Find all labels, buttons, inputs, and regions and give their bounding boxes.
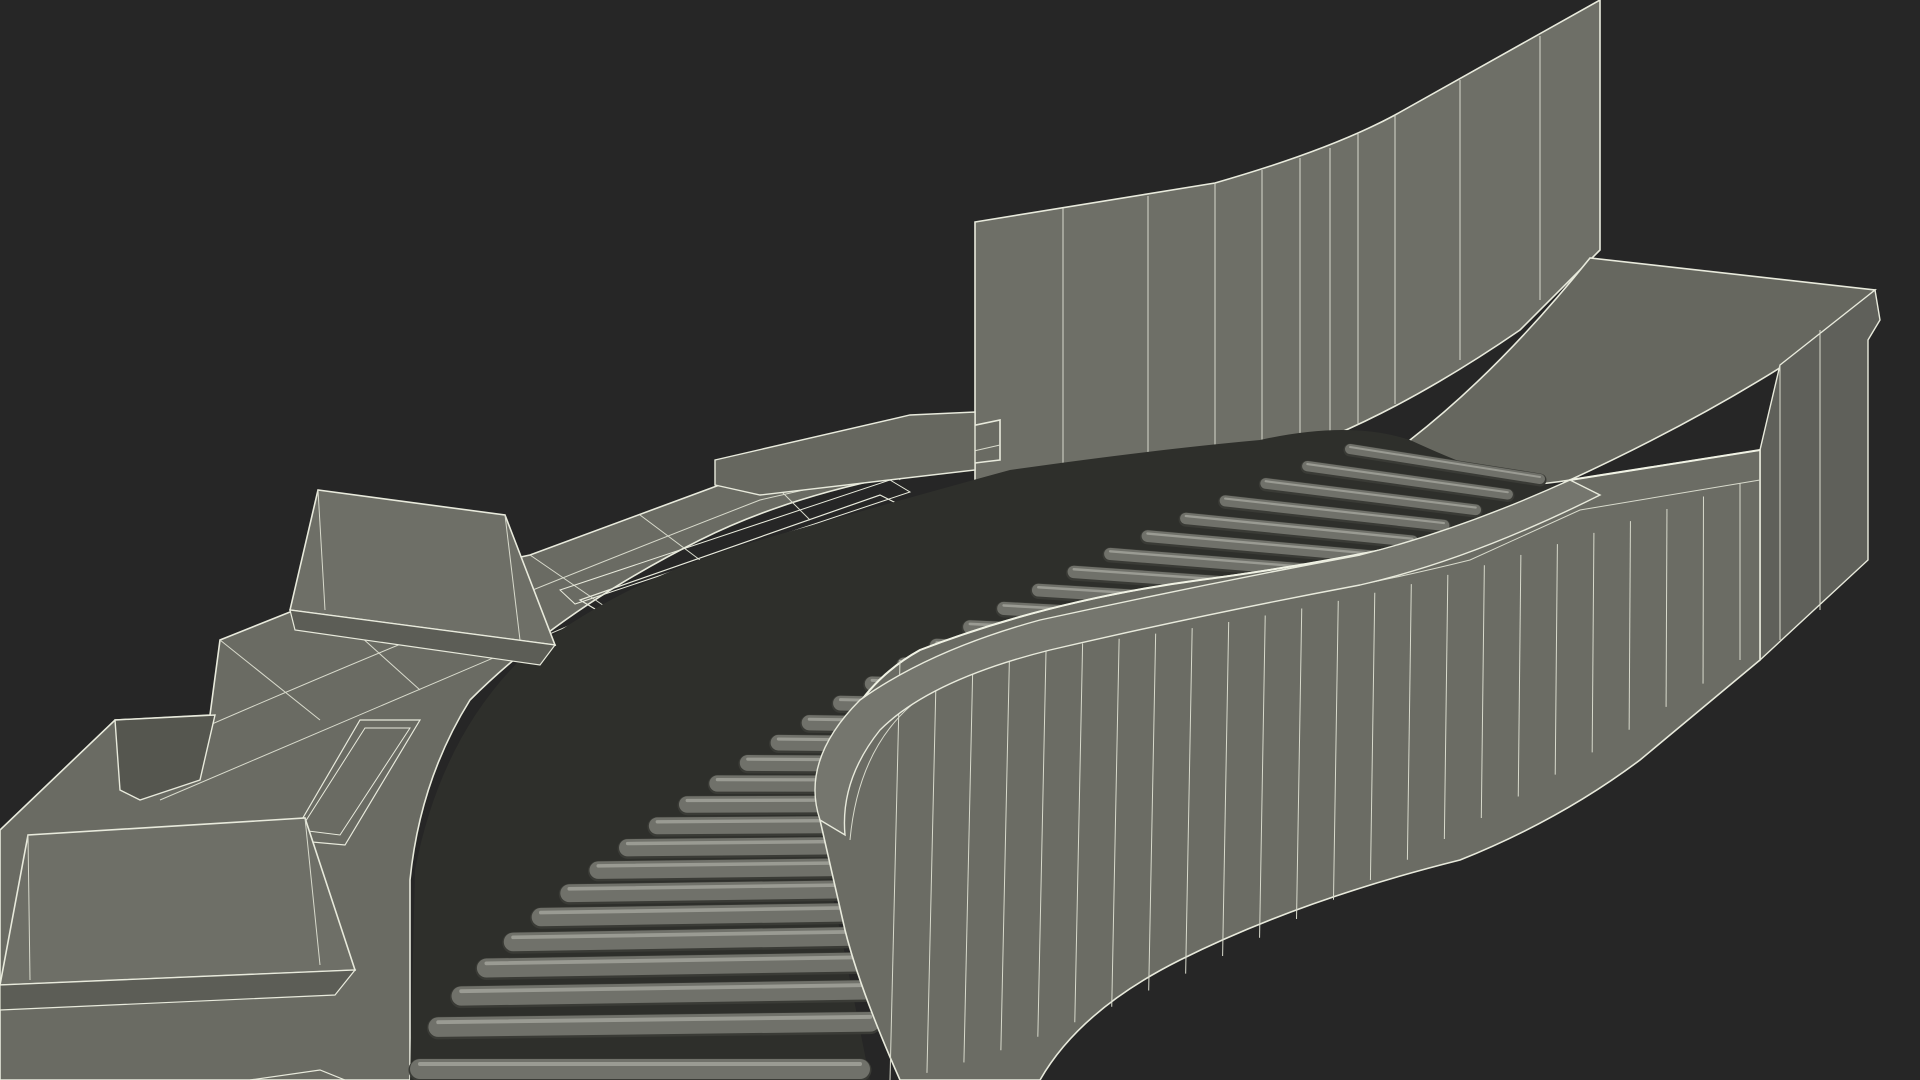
conveyor-wireframe-render xyxy=(0,0,1920,1080)
counter-screen-lower xyxy=(0,817,357,1011)
